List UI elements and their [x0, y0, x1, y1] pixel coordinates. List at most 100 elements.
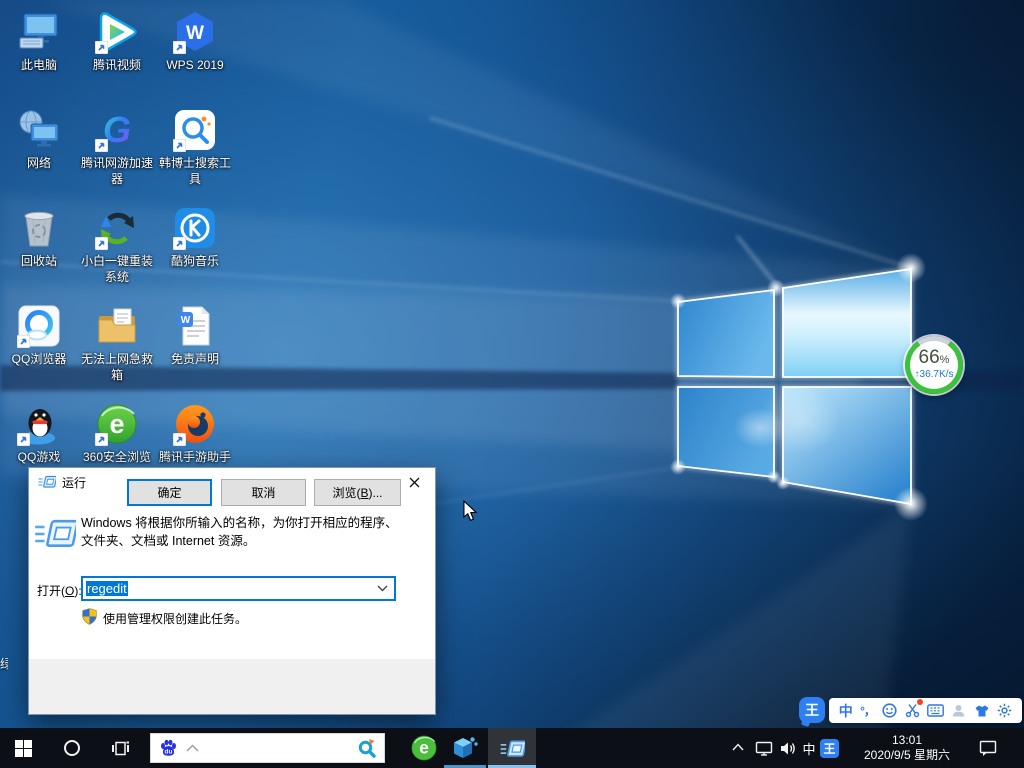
speed-ball-face: 66% ↑36.7K/s: [910, 341, 958, 389]
recycle-bin-icon: [17, 206, 61, 250]
emoji-icon[interactable]: [882, 703, 897, 718]
run-icon-large: [34, 518, 76, 550]
tray-network-icon[interactable]: [754, 740, 774, 756]
xiaobai-reinstall-icon: [95, 206, 139, 250]
this-pc-icon: [17, 10, 61, 54]
run-icon: [500, 739, 525, 759]
svg-text:W: W: [181, 315, 191, 326]
svg-text:e: e: [419, 738, 429, 758]
360-speed-ball[interactable]: 66% ↑36.7K/s: [905, 336, 963, 394]
run-dialog-message: Windows 将根据你所输入的名称，为你打开相应的程序、 文件夹、文档或 In…: [81, 515, 426, 550]
desktop-icon-tencent-video[interactable]: 腾讯视频: [79, 10, 155, 73]
first-aid-folder-icon: [95, 304, 139, 348]
action-center-button[interactable]: [978, 739, 998, 757]
icon-label: WPS 2019: [157, 57, 233, 73]
speaker-icon: [780, 741, 797, 756]
action-center-icon: [979, 740, 997, 757]
desktop-icon-recycle-bin[interactable]: 回收站: [1, 206, 77, 269]
chevron-down-icon[interactable]: [377, 585, 388, 592]
icon-label: 此电脑: [1, 57, 77, 73]
taskbar-registry-editor[interactable]: [451, 735, 478, 762]
desktop-icon-wps-2019[interactable]: W WPS 2019: [157, 10, 233, 73]
qq-browser-icon: [17, 304, 61, 348]
qq-games-icon: [17, 402, 61, 446]
skin-icon[interactable]: [974, 704, 990, 718]
svg-text:du: du: [165, 748, 173, 755]
notification-dot: [917, 699, 923, 705]
desktop-icon-this-pc[interactable]: 此电脑: [1, 10, 77, 73]
desktop-icon-kugou-music[interactable]: 酷狗音乐: [157, 206, 233, 269]
run-input-combobox[interactable]: regedit: [81, 576, 396, 601]
network-icon: [17, 108, 61, 152]
registry-cube-icon: [451, 735, 478, 762]
run-dialog: 运行 Windows 将根据你所输入的名称，为你打开相应的程序、 文件夹、文档或…: [28, 467, 436, 715]
desktop-icon-tencent-mobile-game[interactable]: 腾讯手游助手: [157, 402, 233, 465]
desktop: 此电脑 腾讯视频 W WPS 2019 网络: [0, 0, 1024, 768]
tray-ime-badge[interactable]: 王: [820, 739, 839, 758]
tencent-mobile-game-icon: [173, 402, 217, 446]
360-browser-icon: e: [410, 734, 438, 762]
search-icon[interactable]: [357, 738, 377, 758]
tray-ime-mode[interactable]: 中: [800, 740, 818, 756]
admin-note: 使用管理权限创建此任务。: [103, 610, 247, 627]
cortana-button[interactable]: [63, 739, 81, 757]
icon-label: QQ游戏: [1, 449, 77, 465]
icon-label: 韩博士搜索工具: [157, 155, 233, 187]
virtual-keyboard-icon[interactable]: [927, 704, 944, 717]
task-view-button[interactable]: [111, 739, 130, 758]
clock-date: 2020/9/5 星期六: [854, 748, 960, 763]
game-accelerator-icon: G: [95, 108, 139, 152]
icon-label: 回收站: [1, 253, 77, 269]
icon-label: QQ浏览器: [1, 351, 77, 367]
svg-text:e: e: [109, 409, 124, 439]
clipboard-scissors-icon[interactable]: [905, 703, 920, 718]
ime-punctuation-toggle[interactable]: °，: [860, 702, 875, 719]
desktop-icon-qq-browser[interactable]: QQ浏览器: [1, 304, 77, 367]
open-label: 打开(O):: [37, 582, 82, 599]
taskbar-run-dialog[interactable]: [500, 736, 525, 761]
start-button[interactable]: [15, 740, 32, 757]
memory-percent: 66%: [919, 349, 950, 369]
tray-expand-button[interactable]: [731, 742, 744, 752]
run-icon: [38, 475, 56, 489]
dialog-footer: [29, 659, 435, 714]
icon-label: 网络: [1, 155, 77, 171]
desktop-icon-tencent-game-accelerator[interactable]: G 腾讯网游加速器: [79, 108, 155, 187]
taskbar-360-browser[interactable]: e: [410, 734, 438, 762]
ime-mode-toggle[interactable]: 中: [839, 701, 853, 721]
desktop-icon-xiaobai-reinstall[interactable]: 小白一键重装系统: [79, 206, 155, 285]
desktop-icon-network[interactable]: 网络: [1, 108, 77, 171]
chevron-up-icon[interactable]: [186, 744, 199, 752]
partial-icon-label: 绿: [0, 655, 8, 671]
windows-logo-icon: [15, 740, 32, 757]
cancel-button[interactable]: 取消: [221, 479, 306, 506]
account-icon[interactable]: [951, 703, 966, 718]
icon-label: 360安全浏览: [79, 449, 155, 465]
tray-volume-icon[interactable]: [779, 740, 797, 756]
desktop-icon-offline-first-aid[interactable]: 无法上网急救箱: [79, 304, 155, 383]
network-speed: ↑36.7K/s: [915, 369, 954, 381]
icon-label: 小白一键重装系统: [79, 253, 155, 285]
ime-toolbar: 中 °，: [829, 698, 1022, 723]
cortana-ring-icon: [63, 739, 81, 757]
ethernet-icon: [755, 741, 773, 756]
icon-label: 酷狗音乐: [157, 253, 233, 269]
desktop-icon-360-safe-browser[interactable]: e 360安全浏览: [79, 402, 155, 465]
hanboshi-search-icon: [173, 108, 217, 152]
icon-label: 腾讯手游助手: [157, 449, 233, 465]
taskbar-search-box[interactable]: du: [150, 733, 385, 763]
360-browser-icon: e: [95, 402, 139, 446]
ime-logo-bubble[interactable]: 王: [799, 697, 825, 723]
tray-clock[interactable]: 13:01 2020/9/5 星期六: [854, 733, 960, 763]
icon-label: 免责声明: [157, 351, 233, 367]
browse-button[interactable]: 浏览(B)...: [314, 479, 401, 506]
desktop-icon-hanboshi-search[interactable]: 韩博士搜索工具: [157, 108, 233, 187]
gear-icon[interactable]: [997, 703, 1012, 718]
icon-label: 腾讯视频: [79, 57, 155, 73]
desktop-icon-qq-games[interactable]: QQ游戏: [1, 402, 77, 465]
desktop-icon-disclaimer[interactable]: W 免责声明: [157, 304, 233, 367]
uac-shield-icon: [81, 608, 98, 625]
disclaimer-doc-icon: W: [173, 304, 217, 348]
kugou-music-icon: [173, 206, 217, 250]
ok-button[interactable]: 确定: [127, 479, 212, 506]
